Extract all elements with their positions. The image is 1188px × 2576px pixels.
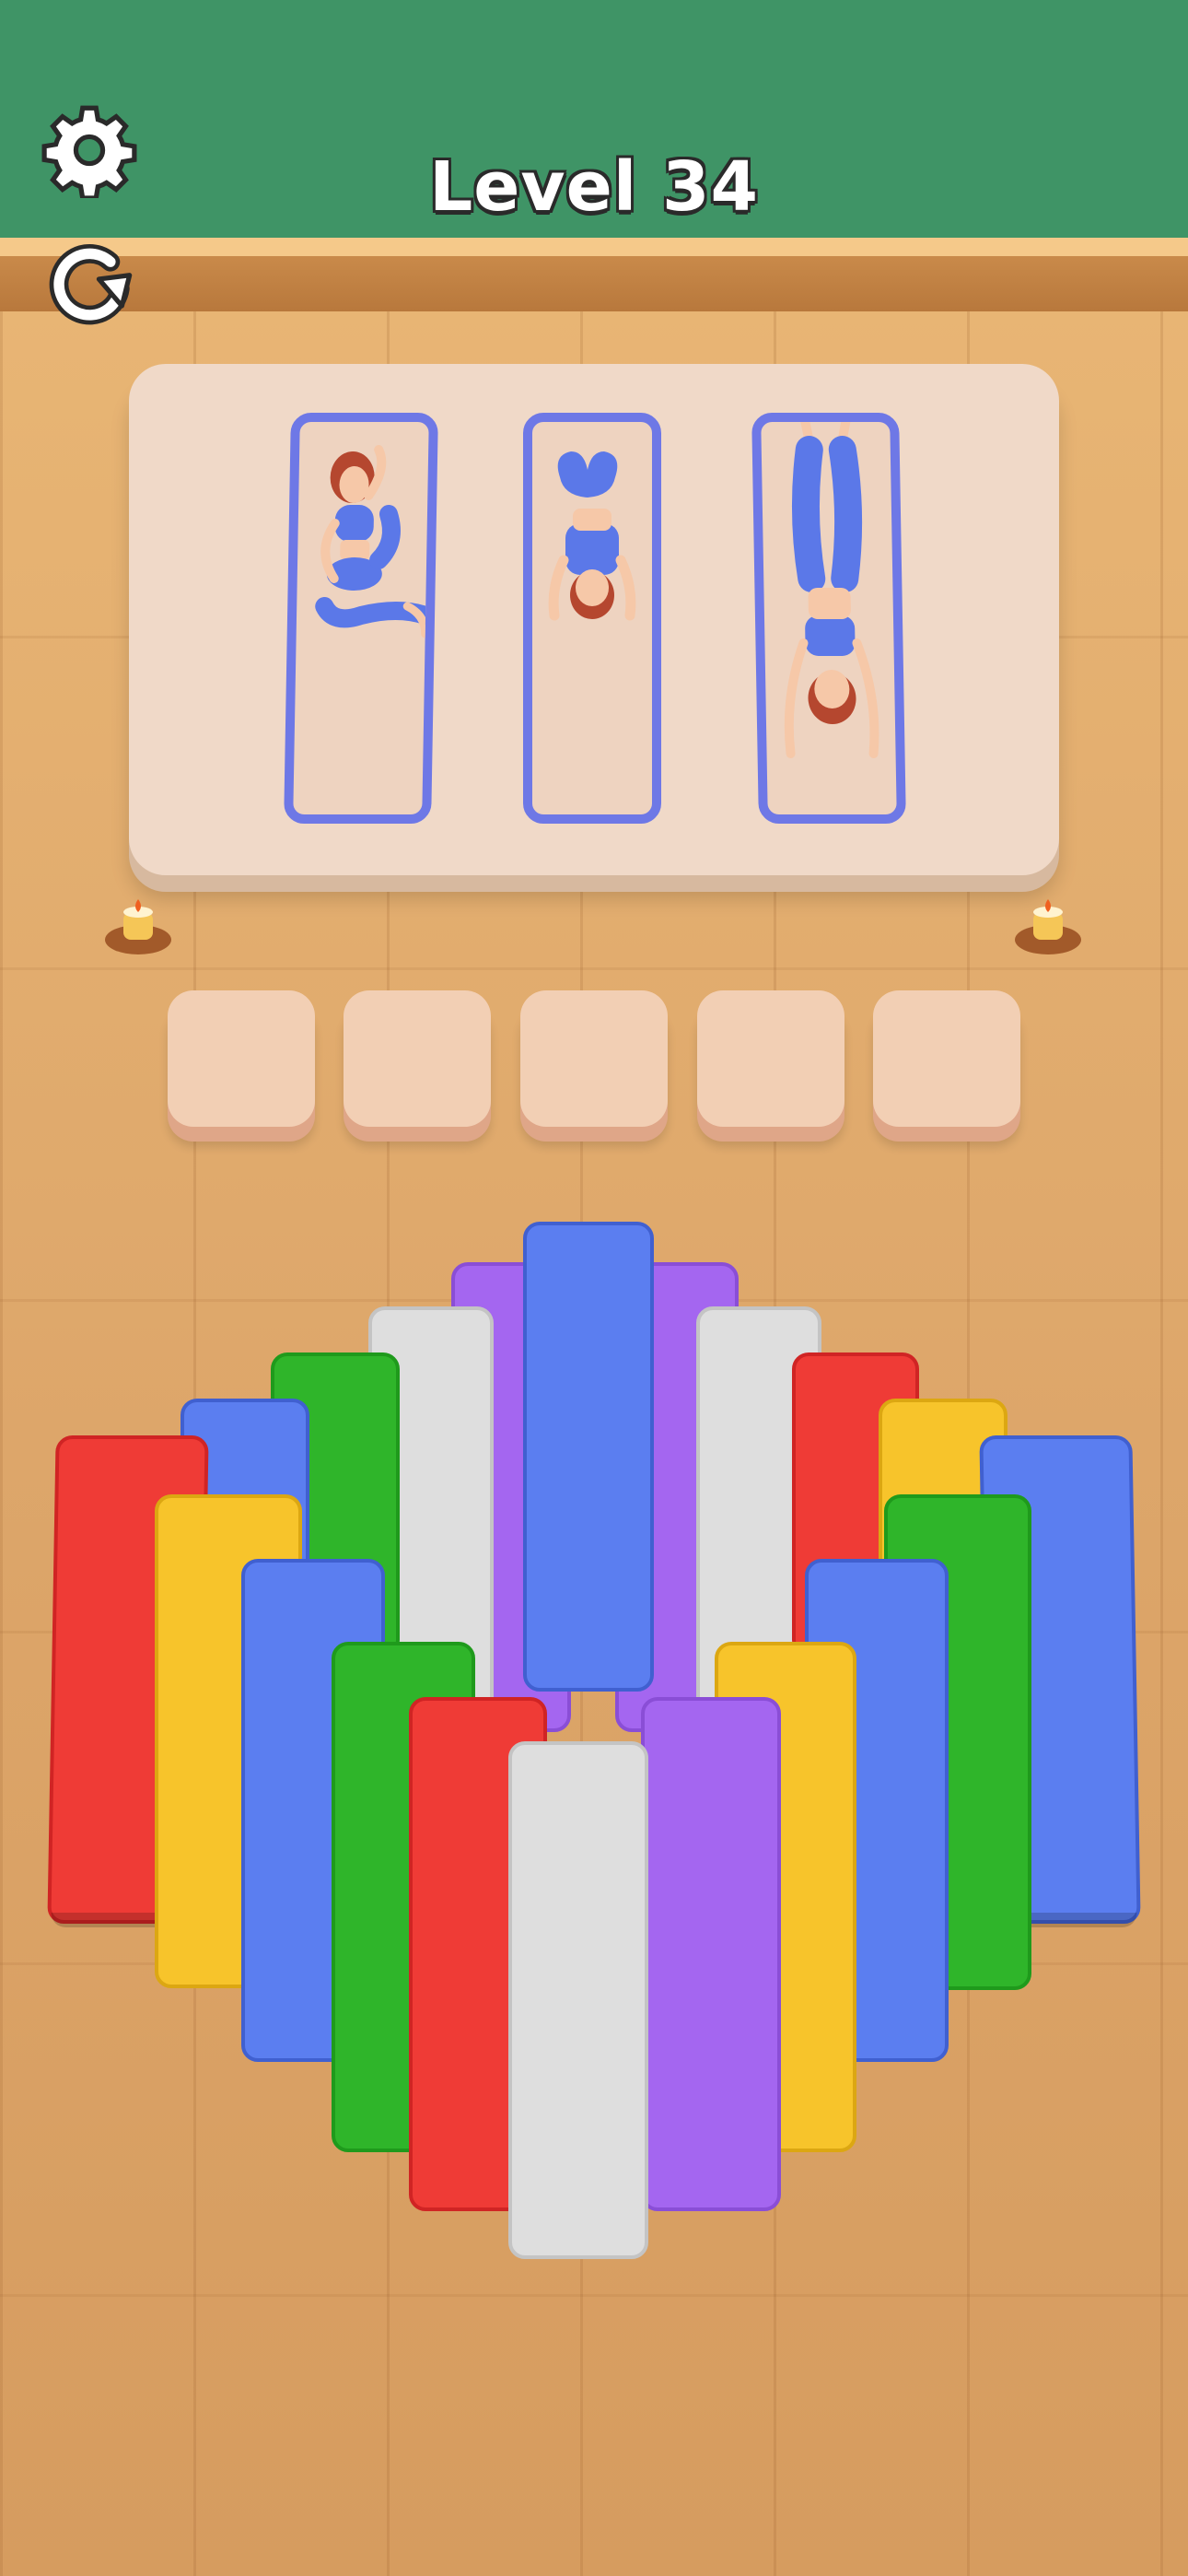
target-slot-3 <box>751 413 906 824</box>
yoga-mat-blue[interactable] <box>523 1222 654 1695</box>
yoga-figure-seated-twist <box>315 445 429 638</box>
yoga-figure-lying-arms-down <box>784 422 879 758</box>
holding-pad-3[interactable] <box>520 990 668 1127</box>
target-slot-2 <box>523 413 661 824</box>
target-slot-1 <box>284 413 438 824</box>
restart-button[interactable] <box>39 230 140 332</box>
yoga-mat-white[interactable] <box>508 1741 648 2263</box>
wall-trim <box>0 238 1188 256</box>
candle-left <box>103 897 173 956</box>
yoga-mat-purple[interactable] <box>641 1697 781 2215</box>
wall-baseboard <box>0 256 1188 311</box>
yoga-figure-lying-legs-up <box>548 451 636 621</box>
candle-right <box>1013 897 1083 956</box>
holding-pad-2[interactable] <box>344 990 491 1127</box>
holding-pad-5[interactable] <box>873 990 1020 1127</box>
restart-icon <box>49 244 133 325</box>
candle-icon <box>105 899 171 954</box>
candle-icon <box>1015 899 1081 954</box>
holding-pad-1[interactable] <box>168 990 315 1127</box>
holding-pad-4[interactable] <box>697 990 844 1127</box>
level-title: Level 34 <box>429 147 759 227</box>
